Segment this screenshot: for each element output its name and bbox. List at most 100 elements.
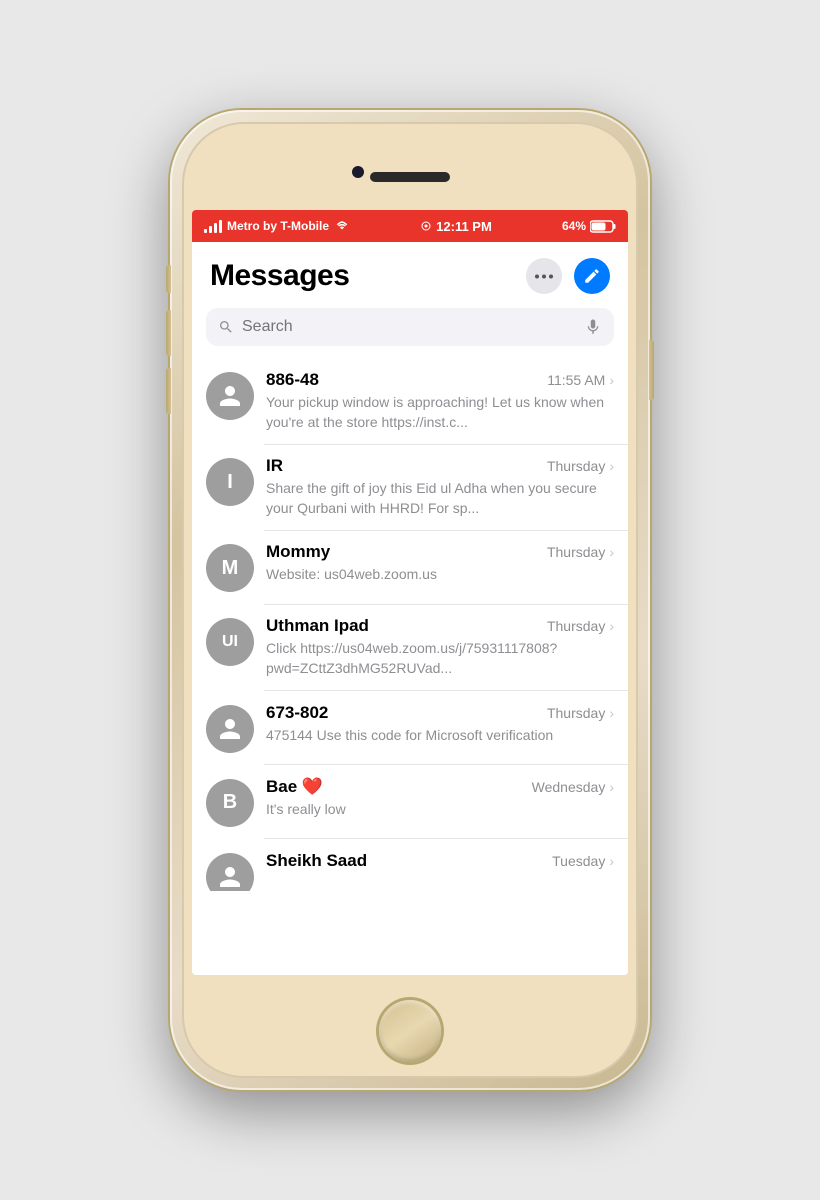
phone-body: Metro by T-Mobile 12:11 PM 64% bbox=[170, 110, 650, 1090]
mute-button[interactable] bbox=[166, 265, 171, 293]
header-actions bbox=[526, 258, 610, 294]
message-time: Tuesday bbox=[552, 853, 605, 869]
list-item[interactable]: B Bae ❤️ Wednesday › It's really low bbox=[192, 765, 628, 839]
chevron-right-icon: › bbox=[609, 705, 614, 721]
status-bar: Metro by T-Mobile 12:11 PM 64% bbox=[192, 210, 628, 242]
message-preview: It's really low bbox=[266, 800, 614, 820]
message-content: 673-802 Thursday › 475144 Use this code … bbox=[266, 703, 614, 746]
message-content: IR Thursday › Share the gift of joy this… bbox=[266, 456, 614, 518]
message-list: 886-48 11:55 AM › Your pickup window is … bbox=[192, 358, 628, 891]
message-meta: Tuesday › bbox=[552, 853, 614, 869]
contact-name: 673-802 bbox=[266, 703, 328, 723]
front-camera bbox=[352, 166, 364, 178]
contact-name: Mommy bbox=[266, 542, 330, 562]
list-item[interactable]: I IR Thursday › Share the gift of joy th… bbox=[192, 444, 628, 530]
avatar bbox=[206, 705, 254, 753]
message-content: Uthman Ipad Thursday › Click https://us0… bbox=[266, 616, 614, 678]
message-time: 11:55 AM bbox=[547, 372, 605, 388]
contact-name: Bae ❤️ bbox=[266, 777, 323, 797]
message-top: IR Thursday › bbox=[266, 456, 614, 476]
signal-bar-4 bbox=[219, 220, 222, 233]
signal-bar-1 bbox=[204, 229, 207, 233]
chevron-right-icon: › bbox=[609, 853, 614, 869]
app-title: Messages bbox=[210, 259, 349, 293]
list-item[interactable]: 886-48 11:55 AM › Your pickup window is … bbox=[192, 358, 628, 444]
volume-up-button[interactable] bbox=[166, 310, 171, 356]
battery-percent: 64% bbox=[562, 219, 586, 233]
search-bar[interactable] bbox=[206, 308, 614, 346]
chevron-right-icon: › bbox=[609, 618, 614, 634]
message-preview: Website: us04web.zoom.us bbox=[266, 565, 614, 585]
message-preview: Click https://us04web.zoom.us/j/75931117… bbox=[266, 639, 614, 678]
message-preview: Your pickup window is approaching! Let u… bbox=[266, 393, 614, 432]
status-right: 64% bbox=[562, 219, 616, 233]
message-top: Uthman Ipad Thursday › bbox=[266, 616, 614, 636]
message-content: Bae ❤️ Wednesday › It's really low bbox=[266, 777, 614, 820]
compose-icon bbox=[583, 267, 601, 285]
list-item[interactable]: UI Uthman Ipad Thursday › Click https://… bbox=[192, 604, 628, 690]
contact-name: Uthman Ipad bbox=[266, 616, 369, 636]
message-meta: 11:55 AM › bbox=[547, 372, 614, 388]
signal-bars-icon bbox=[204, 219, 222, 233]
location-icon bbox=[420, 220, 432, 232]
message-meta: Wednesday › bbox=[532, 779, 614, 795]
message-preview: 475144 Use this code for Microsoft verif… bbox=[266, 726, 614, 746]
message-time: Thursday bbox=[547, 618, 605, 634]
phone-screen: Metro by T-Mobile 12:11 PM 64% bbox=[192, 210, 628, 975]
avatar: UI bbox=[206, 618, 254, 666]
volume-down-button[interactable] bbox=[166, 368, 171, 414]
message-time: Wednesday bbox=[532, 779, 606, 795]
current-time: 12:11 PM bbox=[436, 219, 492, 234]
wifi-icon bbox=[334, 220, 350, 232]
message-content: Mommy Thursday › Website: us04web.zoom.u… bbox=[266, 542, 614, 585]
signal-bar-2 bbox=[209, 226, 212, 233]
message-meta: Thursday › bbox=[547, 705, 614, 721]
messages-header: Messages bbox=[192, 242, 628, 302]
message-top: Mommy Thursday › bbox=[266, 542, 614, 562]
message-time: Thursday bbox=[547, 458, 605, 474]
message-top: Sheikh Saad Tuesday › bbox=[266, 851, 614, 871]
person-icon bbox=[215, 381, 245, 411]
compose-button[interactable] bbox=[574, 258, 610, 294]
home-button[interactable] bbox=[379, 1000, 441, 1062]
more-button[interactable] bbox=[526, 258, 562, 294]
avatar bbox=[206, 372, 254, 420]
chevron-right-icon: › bbox=[609, 779, 614, 795]
message-content: 886-48 11:55 AM › Your pickup window is … bbox=[266, 370, 614, 432]
power-button[interactable] bbox=[649, 340, 654, 400]
list-item[interactable]: M Mommy Thursday › Website: us04web.zoom… bbox=[192, 530, 628, 604]
message-meta: Thursday › bbox=[547, 618, 614, 634]
more-icon bbox=[535, 274, 553, 279]
speaker bbox=[370, 172, 450, 182]
search-icon bbox=[218, 319, 234, 335]
message-content: Sheikh Saad Tuesday › bbox=[266, 851, 614, 874]
message-top: Bae ❤️ Wednesday › bbox=[266, 777, 614, 797]
chevron-right-icon: › bbox=[609, 458, 614, 474]
person-icon bbox=[215, 714, 245, 744]
avatar: I bbox=[206, 458, 254, 506]
person-icon bbox=[215, 862, 245, 891]
mic-icon bbox=[584, 318, 602, 336]
carrier-name: Metro by T-Mobile bbox=[227, 219, 329, 233]
search-input[interactable] bbox=[242, 318, 576, 336]
contact-name: Sheikh Saad bbox=[266, 851, 367, 871]
message-top: 673-802 Thursday › bbox=[266, 703, 614, 723]
message-preview: Share the gift of joy this Eid ul Adha w… bbox=[266, 479, 614, 518]
chevron-right-icon: › bbox=[609, 544, 614, 560]
avatar: M bbox=[206, 544, 254, 592]
message-time: Thursday bbox=[547, 544, 605, 560]
contact-name: IR bbox=[266, 456, 283, 476]
list-item[interactable]: 673-802 Thursday › 475144 Use this code … bbox=[192, 691, 628, 765]
message-time: Thursday bbox=[547, 705, 605, 721]
avatar bbox=[206, 853, 254, 891]
messages-app: Messages bbox=[192, 242, 628, 975]
contact-name: 886-48 bbox=[266, 370, 319, 390]
message-top: 886-48 11:55 AM › bbox=[266, 370, 614, 390]
message-meta: Thursday › bbox=[547, 458, 614, 474]
chevron-right-icon: › bbox=[609, 372, 614, 388]
signal-bar-3 bbox=[214, 223, 217, 233]
status-time-area: 12:11 PM bbox=[420, 219, 492, 234]
status-left: Metro by T-Mobile bbox=[204, 219, 350, 233]
phone-frame: Metro by T-Mobile 12:11 PM 64% bbox=[170, 110, 650, 1090]
list-item[interactable]: Sheikh Saad Tuesday › bbox=[192, 839, 628, 891]
